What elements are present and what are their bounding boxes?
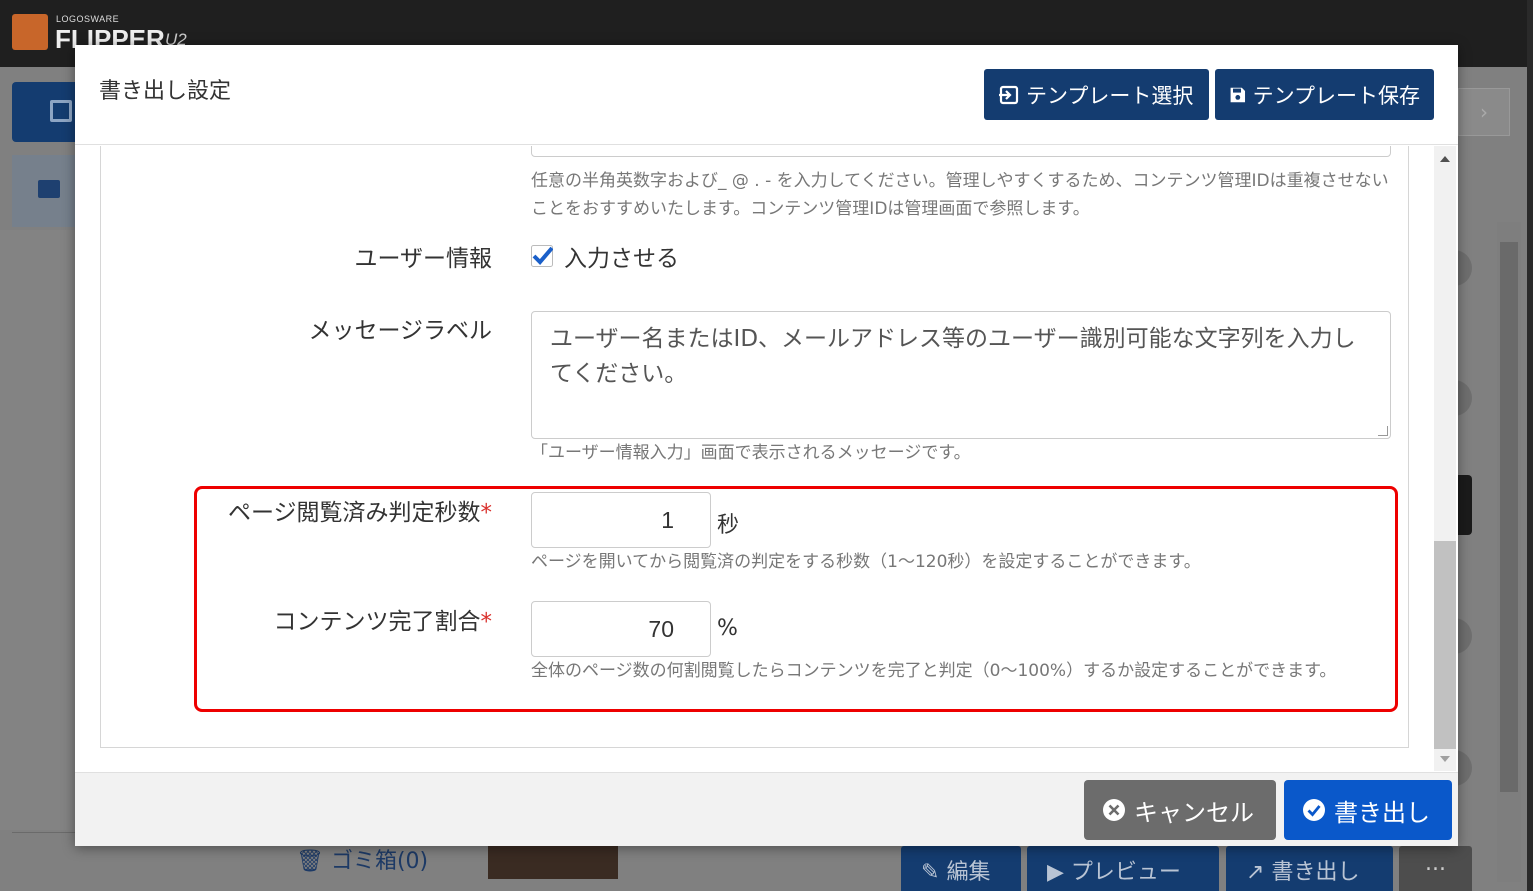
export-button[interactable]: 書き出し: [1284, 780, 1452, 840]
template-select-button[interactable]: テンプレート選択: [984, 69, 1209, 120]
modal-footer: キャンセル 書き出し: [75, 772, 1458, 846]
page-scrollbar-thumb[interactable]: [1500, 242, 1518, 792]
content-thumbnail[interactable]: [488, 846, 618, 879]
modal-scrollbar-thumb[interactable]: [1434, 541, 1456, 749]
cancel-label: キャンセル: [1134, 798, 1254, 827]
trash-link[interactable]: 🗑 ゴミ箱(0): [296, 843, 428, 875]
content-id-input[interactable]: [531, 146, 1391, 157]
save-icon: [1230, 87, 1246, 102]
trash-label: ゴミ箱(0): [330, 849, 429, 874]
edit-button[interactable]: ✎ 編集: [901, 846, 1021, 891]
folder-icon: [38, 180, 60, 198]
template-save-button[interactable]: テンプレート保存: [1215, 69, 1434, 120]
add-copy-icon: [50, 100, 72, 122]
next-page-button[interactable]: ›: [1458, 88, 1510, 136]
content-id-help: 任意の半角英数字および_ @ . - を入力してください。管理しやすくするため、…: [531, 171, 1389, 219]
brand-sub: LOGOSWARE: [56, 14, 120, 24]
export-label: 書き出し: [1334, 798, 1430, 827]
message-label-text: ユーザー名またはID、メールアドレス等のユーザー識別可能な文字列を入力してくださ…: [550, 326, 1356, 387]
scroll-down-icon[interactable]: [1440, 756, 1450, 762]
cancel-button[interactable]: キャンセル: [1084, 780, 1276, 840]
highlight-box: [194, 486, 1398, 712]
export-settings-modal: 書き出し設定 テンプレート選択 テンプレート保存 任意の半角英数字および_ @ …: [75, 45, 1458, 846]
message-label-help: 「ユーザー情報入力」画面で表示されるメッセージです。: [531, 443, 971, 463]
modal-title: 書き出し設定: [99, 79, 232, 104]
export-bg-button[interactable]: ↗ 書き出し: [1226, 846, 1393, 891]
user-info-label: ユーザー情報: [354, 246, 492, 272]
scroll-up-icon[interactable]: [1440, 156, 1450, 162]
flipper-logo-icon: [12, 14, 48, 50]
check-circle-icon: [1303, 799, 1325, 821]
template-select-label: テンプレート選択: [1026, 83, 1194, 108]
resize-grip-icon[interactable]: [1378, 426, 1388, 436]
left-column: [0, 230, 75, 830]
user-info-checkbox-label[interactable]: 入力させる: [564, 239, 679, 273]
window-edge: [1527, 0, 1533, 891]
modal-header: 書き出し設定 テンプレート選択 テンプレート保存: [75, 45, 1458, 145]
close-circle-icon: [1103, 799, 1125, 821]
user-info-checkbox[interactable]: [531, 245, 553, 267]
sign-in-icon: [999, 85, 1019, 104]
side-tab[interactable]: [1458, 475, 1472, 535]
trash-icon: 🗑: [296, 849, 324, 874]
message-label-label: メッセージラベル: [308, 318, 492, 344]
modal-body: 任意の半角英数字および_ @ . - を入力してください。管理しやすくするため、…: [75, 146, 1458, 771]
template-save-label: テンプレート保存: [1252, 83, 1420, 108]
message-label-textarea[interactable]: ユーザー名またはID、メールアドレス等のユーザー識別可能な文字列を入力してくださ…: [531, 311, 1391, 439]
preview-button[interactable]: ▶ プレビュー: [1027, 846, 1219, 891]
more-button[interactable]: ...: [1399, 846, 1472, 891]
